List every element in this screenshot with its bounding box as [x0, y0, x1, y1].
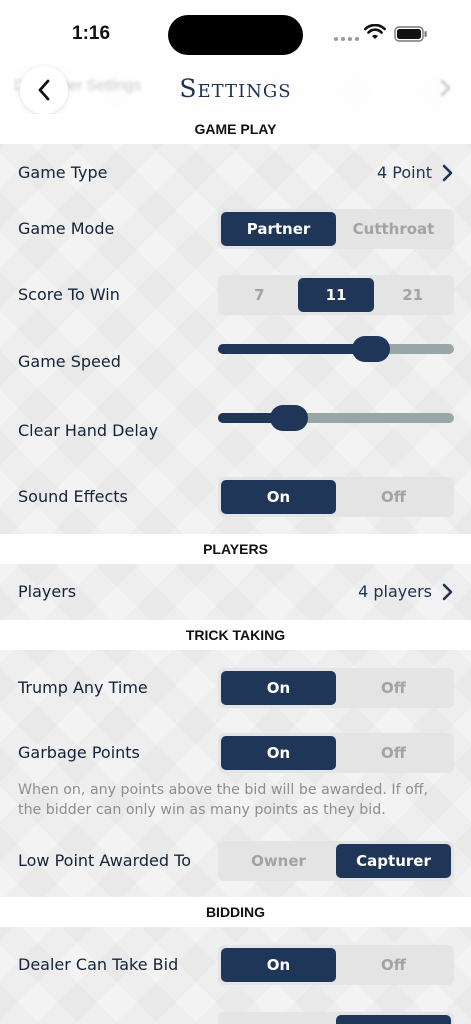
- signal-dots-icon: [334, 37, 359, 41]
- trump-any-time-label: Trump Any Time: [18, 678, 148, 697]
- dynamic-island: [168, 15, 303, 55]
- slider-fill: [218, 344, 371, 354]
- game-speed-label: Game Speed: [18, 352, 121, 371]
- game-mode-label: Game Mode: [18, 219, 115, 238]
- sound-effects-label: Sound Effects: [18, 487, 128, 506]
- garbage-points-label: Garbage Points: [18, 743, 140, 762]
- game-type-value: 4 Point: [377, 163, 432, 182]
- section-header-bidding: BIDDING: [0, 897, 471, 927]
- clear-hand-delay-label: Clear Hand Delay: [18, 421, 159, 440]
- low-point-awarded-to-label: Low Point Awarded To: [18, 851, 191, 870]
- game-type-label: Game Type: [18, 163, 108, 182]
- low-point-option-capturer[interactable]: Capturer: [336, 844, 451, 878]
- section-header-game-play: GAME PLAY: [0, 114, 471, 144]
- game-mode-option-partner[interactable]: Partner: [221, 212, 336, 246]
- score-to-win-segmented-control[interactable]: 7 11 21: [218, 275, 454, 315]
- game-type-value-link[interactable]: 4 Point: [377, 163, 453, 183]
- next-setting-option-right[interactable]: [336, 1015, 451, 1024]
- dealer-can-take-bid-option-off[interactable]: Off: [336, 948, 451, 982]
- battery-icon: [394, 26, 427, 42]
- section-header-players: PLAYERS: [0, 534, 471, 564]
- section-header-trick-taking: TRICK TAKING: [0, 620, 471, 650]
- dealer-can-take-bid-label: Dealer Can Take Bid: [18, 955, 179, 974]
- garbage-points-option-off[interactable]: Off: [336, 736, 451, 770]
- score-option-11[interactable]: 11: [297, 278, 375, 312]
- sound-effects-toggle[interactable]: On Off: [218, 477, 454, 517]
- slider-thumb[interactable]: [270, 405, 308, 431]
- game-speed-slider[interactable]: [218, 334, 454, 364]
- score-option-7[interactable]: 7: [221, 278, 298, 312]
- wifi-icon: [364, 24, 386, 39]
- next-setting-option-left[interactable]: [221, 1015, 336, 1024]
- status-time: 1:16: [72, 23, 111, 44]
- game-mode-segmented-control[interactable]: Partner Cutthroat: [218, 209, 454, 249]
- score-to-win-label: Score To Win: [18, 285, 120, 304]
- players-value-link[interactable]: 4 players: [358, 582, 453, 602]
- dealer-can-take-bid-option-on[interactable]: On: [221, 948, 336, 982]
- trump-any-time-toggle[interactable]: On Off: [218, 668, 454, 708]
- low-point-awarded-to-segmented-control[interactable]: Owner Capturer: [218, 841, 454, 881]
- players-label: Players: [18, 582, 77, 601]
- status-bar: 1:16: [0, 0, 471, 66]
- game-mode-option-cutthroat[interactable]: Cutthroat: [336, 212, 451, 246]
- trump-any-time-option-off[interactable]: Off: [336, 671, 451, 705]
- sound-effects-option-off[interactable]: Off: [336, 480, 451, 514]
- chevron-right-icon: [442, 164, 453, 182]
- garbage-points-option-on[interactable]: On: [221, 736, 336, 770]
- score-option-21[interactable]: 21: [374, 278, 451, 312]
- garbage-points-help-text: When on, any points above the bid will b…: [18, 782, 429, 818]
- dealer-can-take-bid-toggle[interactable]: On Off: [218, 945, 454, 985]
- trump-any-time-option-on[interactable]: On: [221, 671, 336, 705]
- low-point-option-owner[interactable]: Owner: [221, 844, 336, 878]
- garbage-points-toggle[interactable]: On Off: [218, 733, 454, 773]
- slider-thumb[interactable]: [352, 336, 390, 362]
- page-title: Settings: [179, 74, 292, 103]
- clear-hand-delay-slider[interactable]: [218, 403, 454, 433]
- players-value: 4 players: [358, 582, 432, 601]
- sound-effects-option-on[interactable]: On: [221, 480, 336, 514]
- next-setting-toggle-partial[interactable]: [218, 1012, 454, 1024]
- chevron-right-icon: [442, 583, 453, 601]
